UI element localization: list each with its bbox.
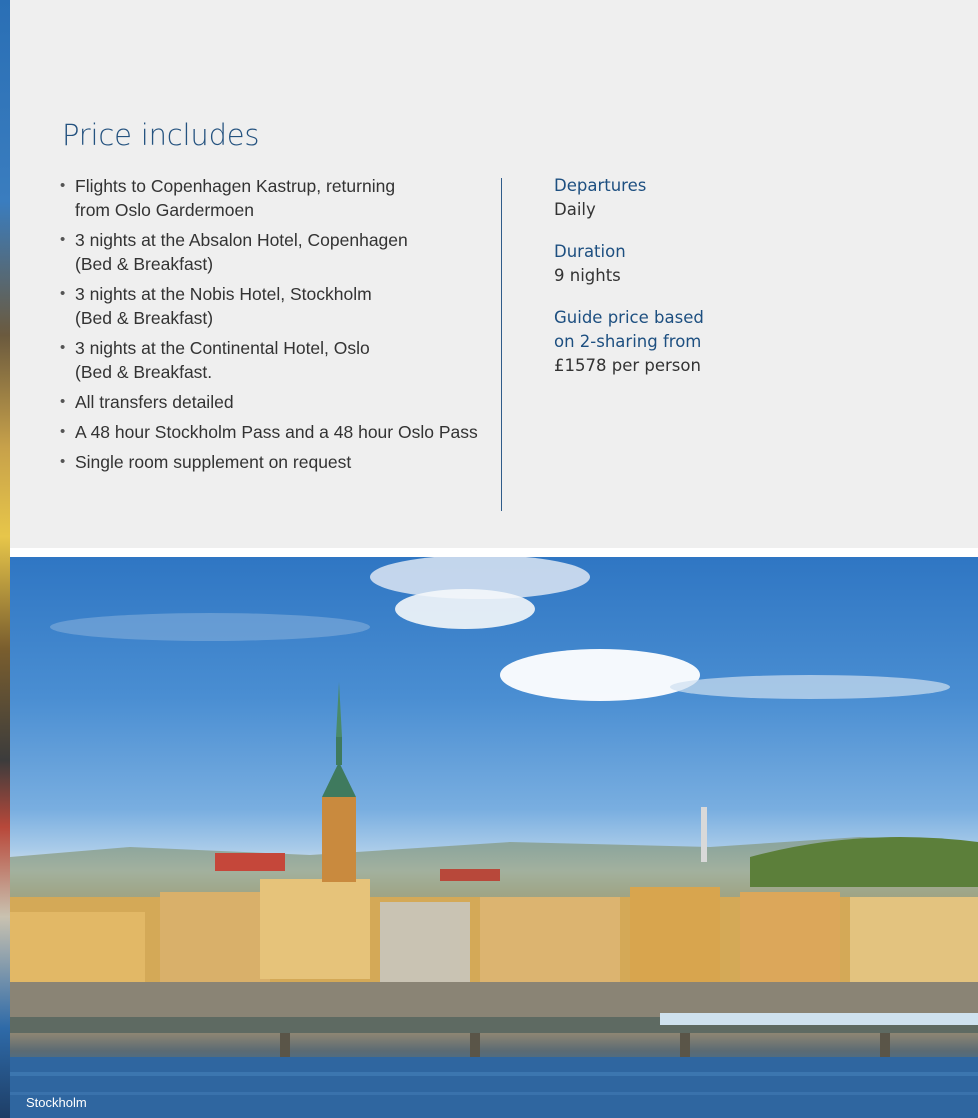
price-block: Guide price based on 2-sharing from £157… bbox=[554, 306, 784, 378]
section-heading: Price includes bbox=[62, 118, 260, 152]
departures-label: Departures bbox=[554, 176, 647, 195]
list-item: 3 nights at the Absalon Hotel, Copenhage… bbox=[60, 228, 500, 276]
list-item: A 48 hour Stockholm Pass and a 48 hour O… bbox=[60, 420, 500, 444]
column-divider bbox=[501, 178, 502, 511]
includes-list: Flights to Copenhagen Kastrup, returning… bbox=[60, 174, 500, 480]
duration-block: Duration 9 nights bbox=[554, 240, 784, 288]
departures-block: Departures Daily bbox=[554, 174, 784, 222]
price-label: Guide price based on 2-sharing from bbox=[554, 308, 704, 351]
skyline-illustration bbox=[10, 557, 978, 1118]
list-item: 3 nights at the Continental Hotel, Oslo … bbox=[60, 336, 500, 384]
duration-label: Duration bbox=[554, 242, 626, 261]
list-item: Flights to Copenhagen Kastrup, returning… bbox=[60, 174, 500, 222]
left-edge-photo-strip bbox=[0, 0, 10, 1118]
photo-caption: Stockholm bbox=[26, 1095, 87, 1110]
city-photo: Stockholm bbox=[10, 557, 978, 1118]
list-item: All transfers detailed bbox=[60, 390, 500, 414]
list-item: 3 nights at the Nobis Hotel, Stockholm (… bbox=[60, 282, 500, 330]
price-value: £1578 per person bbox=[554, 356, 701, 375]
departures-value: Daily bbox=[554, 200, 596, 219]
list-item: Single room supplement on request bbox=[60, 450, 500, 474]
trip-info: Departures Daily Duration 9 nights Guide… bbox=[554, 174, 784, 396]
duration-value: 9 nights bbox=[554, 266, 621, 285]
